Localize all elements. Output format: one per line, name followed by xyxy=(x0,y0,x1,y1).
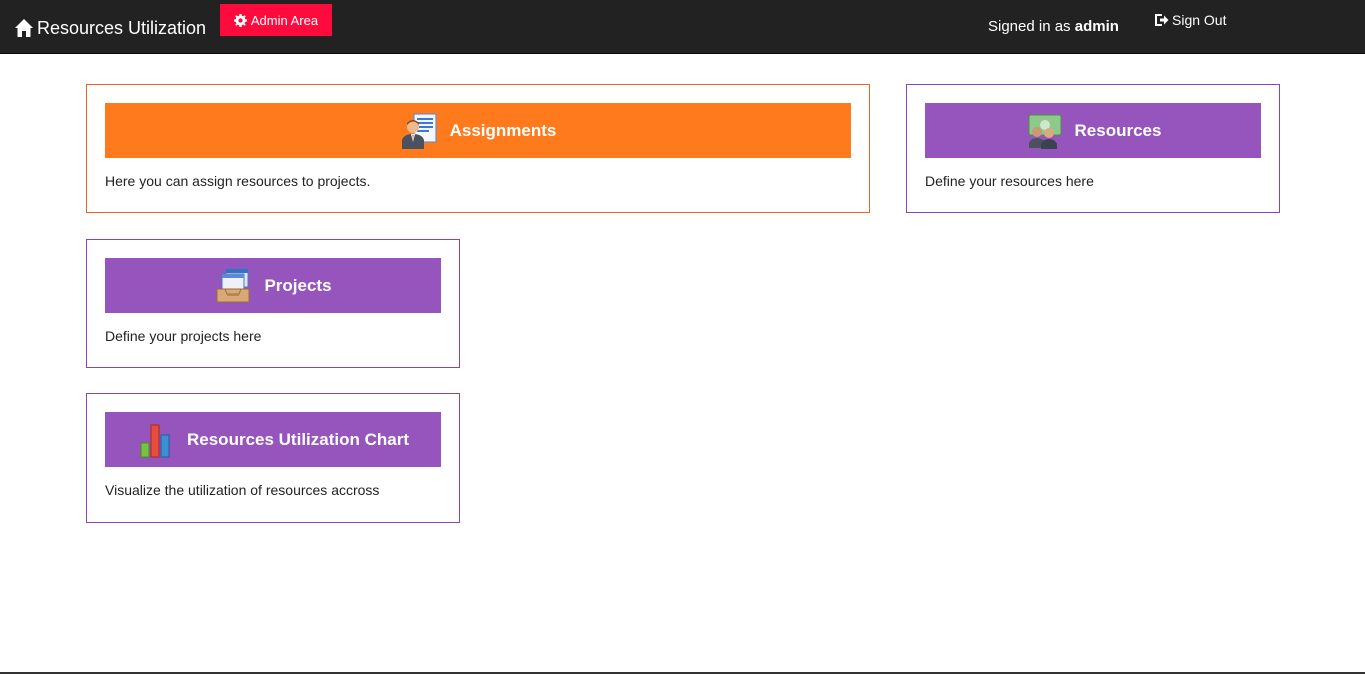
brand-title: Resources Utilization xyxy=(37,17,207,38)
bar-chart-icon xyxy=(137,421,175,459)
assignments-title: Assignments xyxy=(449,120,557,140)
utilization-chart-description: Visualize the utilization of resources a… xyxy=(105,482,380,498)
signed-in-username: admin xyxy=(1074,18,1119,35)
utilization-chart-card: Resources Utilization Chart Visualize th… xyxy=(86,393,460,523)
projects-title: Projects xyxy=(264,275,332,295)
assignments-button[interactable]: Assignments xyxy=(105,103,851,158)
resources-description: Define your resources here xyxy=(925,173,1094,189)
admin-area-button[interactable]: Admin Area xyxy=(220,4,332,36)
home-icon xyxy=(14,18,34,38)
assignments-description: Here you can assign resources to project… xyxy=(105,173,371,189)
brand-link[interactable]: Resources Utilization xyxy=(14,14,206,42)
projects-description: Define your projects here xyxy=(105,328,262,344)
assignments-card: Assignments Here you can assign resource… xyxy=(86,84,870,213)
projects-button[interactable]: Projects xyxy=(105,258,441,313)
utilization-chart-title: Resources Utilization Chart xyxy=(187,429,409,449)
sign-out-link[interactable]: Sign Out xyxy=(1154,12,1226,28)
resources-button[interactable]: Resources xyxy=(925,103,1261,158)
signed-in-status: Signed in as admin xyxy=(988,18,1119,35)
resources-title: Resources xyxy=(1074,120,1162,140)
admin-area-label: Admin Area xyxy=(250,12,319,28)
resources-people-icon xyxy=(1025,112,1063,150)
utilization-chart-button[interactable]: Resources Utilization Chart xyxy=(105,412,441,467)
gear-icon xyxy=(233,13,247,27)
resources-card: Resources Define your resources here xyxy=(906,84,1280,213)
signed-in-prefix: Signed in as xyxy=(988,18,1071,35)
projects-card: Projects Define your projects here xyxy=(86,239,460,368)
sign-out-label: Sign Out xyxy=(1172,12,1227,28)
assignment-person-icon xyxy=(400,112,438,150)
projects-tray-icon xyxy=(214,267,252,305)
top-navbar: Resources Utilization Admin Area Signed … xyxy=(0,0,1365,54)
sign-out-icon xyxy=(1154,13,1169,27)
